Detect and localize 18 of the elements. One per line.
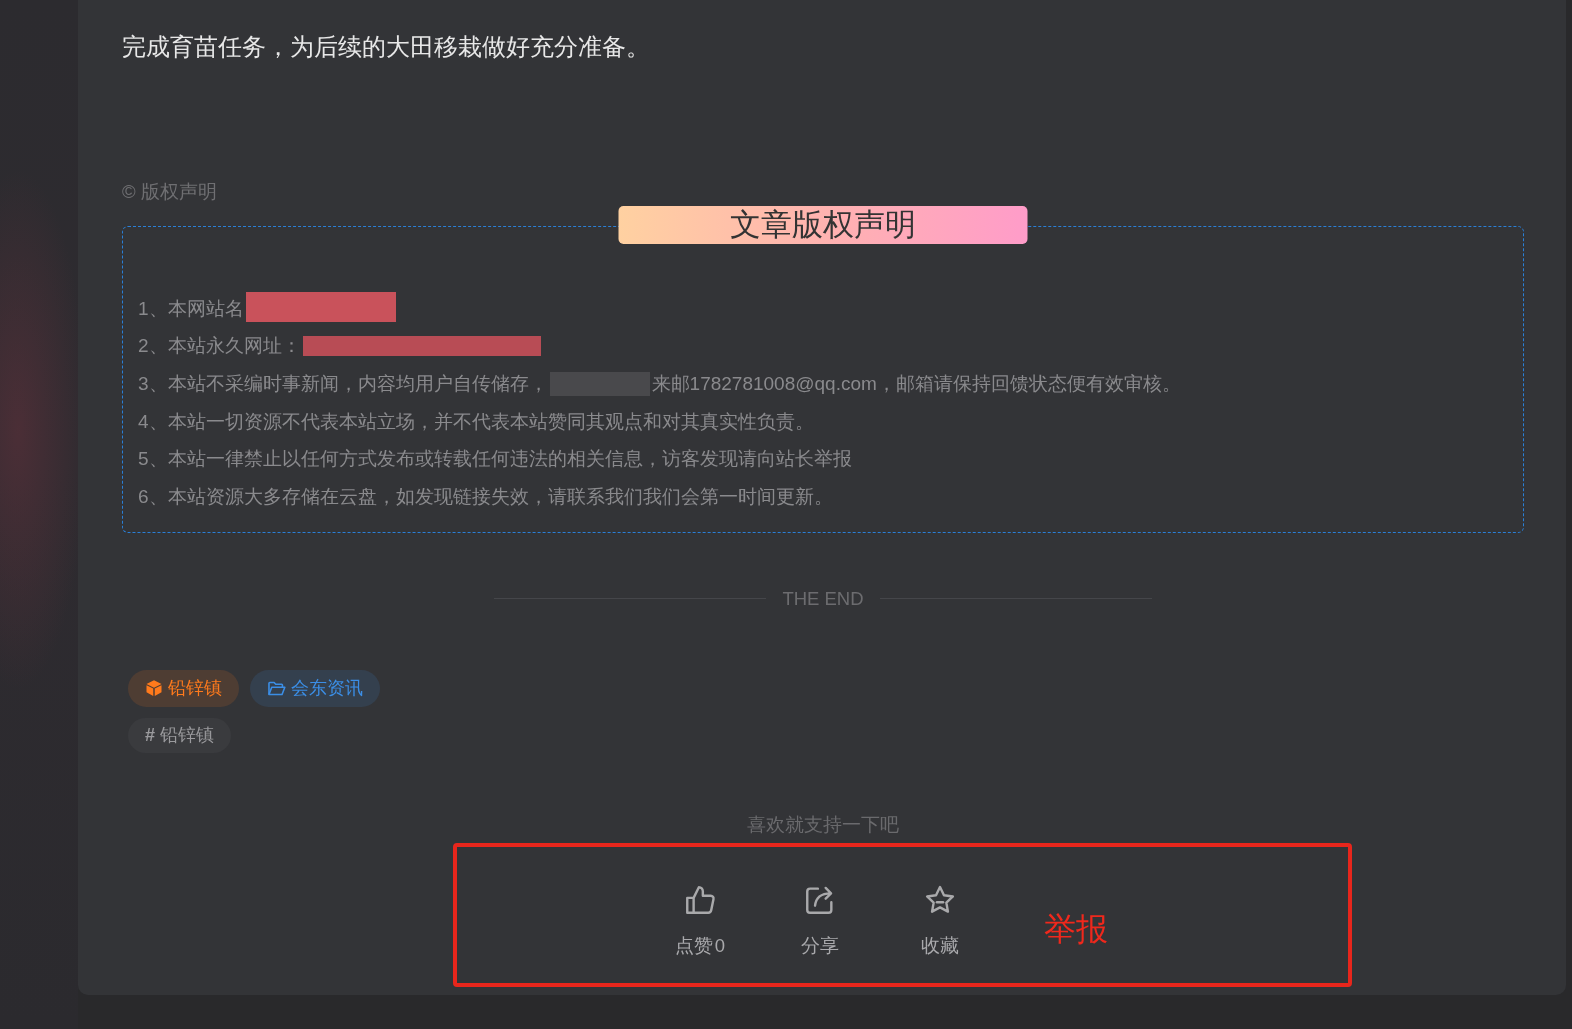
section-label: © 版权声明 bbox=[122, 180, 217, 204]
notice-text: 4、本站一切资源不代表本站立场，并不代表本站赞同其观点和对其真实性负责。 bbox=[138, 409, 814, 434]
share-button[interactable]: 分享 bbox=[760, 882, 880, 958]
notice-text: 5、本站一律禁止以任何方式发布或转载任何违法的相关信息，访客发现请向站长举报 bbox=[138, 447, 852, 472]
notice-text: 2、本站永久网址： bbox=[138, 334, 301, 359]
tag-link[interactable]: # 铅锌镇 bbox=[128, 717, 232, 753]
like-button[interactable]: 点赞0 bbox=[640, 882, 760, 958]
notice-title: 文章版权声明 bbox=[618, 206, 1028, 244]
favorite-button[interactable]: 收藏 bbox=[880, 882, 1000, 958]
notice-text: 来邮1782781008@qq.com，邮箱请保持回馈状态便有效审核。 bbox=[651, 372, 1181, 396]
article-paragraph: 完成育苗任务，为后续的大田移栽做好充分准备。 bbox=[122, 32, 650, 62]
notice-text: 1、本网站名 bbox=[138, 296, 244, 321]
category-tag[interactable]: 会东资讯 bbox=[250, 669, 380, 707]
notice-text: 6、本站资源大多存储在云盘，如发现链接失效，请联系我们我们会第一时间更新。 bbox=[138, 484, 833, 509]
notice-text: 3、本站不采编时事新闻，内容均用户自传储存， bbox=[138, 372, 548, 396]
end-label: THE END bbox=[782, 586, 864, 611]
report-button[interactable]: 举报 bbox=[1044, 910, 1108, 947]
category-tag[interactable]: 铅锌镇 bbox=[128, 669, 239, 707]
